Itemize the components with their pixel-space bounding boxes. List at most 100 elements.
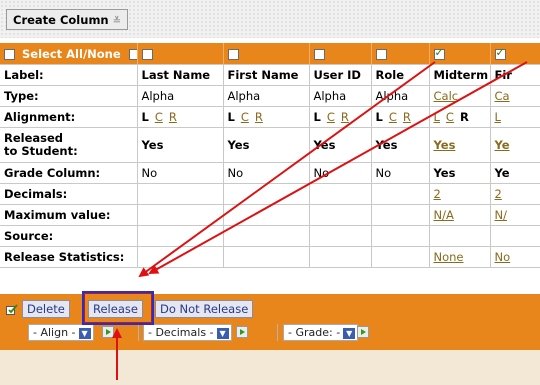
col-select-user-id[interactable]	[309, 43, 372, 65]
max-value-link[interactable]: N/	[495, 208, 507, 222]
select-all-checkbox-left[interactable]	[4, 48, 15, 60]
action-bar: Delete Release Do Not Release - Align - ▼…	[0, 294, 540, 350]
align-left: L	[313, 110, 321, 124]
align-left: L	[375, 110, 383, 124]
column-checkbox[interactable]	[141, 48, 153, 60]
release-stats-link[interactable]: No	[495, 250, 511, 264]
type-value: Alpha	[137, 85, 224, 107]
align-right[interactable]: R	[403, 110, 411, 124]
column-checkbox[interactable]	[227, 48, 239, 60]
column-checkbox-checked[interactable]	[494, 46, 506, 60]
grade-col-value: No	[309, 162, 372, 184]
select-all-label[interactable]: Select All/None	[22, 47, 121, 61]
release-highlight-inner	[84, 293, 152, 323]
chevron-down-icon: ▼	[78, 327, 91, 339]
align-left[interactable]: L	[434, 110, 440, 124]
grade-col-value: No	[223, 162, 310, 184]
type-link[interactable]: Calc	[434, 89, 459, 103]
column-label: First Name	[223, 64, 310, 86]
column-checkbox[interactable]	[313, 48, 325, 60]
col-select-midterm[interactable]	[429, 43, 491, 65]
maximum-value-row: Maximum value: N/A N/	[0, 204, 540, 226]
decimals-link[interactable]: 2	[434, 187, 441, 201]
align-right[interactable]: R	[169, 110, 177, 124]
select-all-cell[interactable]: Select All/None	[0, 43, 138, 65]
grade-go-icon[interactable]	[357, 326, 369, 338]
alignment-options: L	[490, 106, 540, 128]
align-left[interactable]: L	[495, 110, 501, 124]
released-value: Yes	[309, 127, 372, 163]
col-select-role[interactable]	[371, 43, 430, 65]
col-select-last-name[interactable]	[137, 43, 224, 65]
delete-button[interactable]: Delete	[22, 300, 70, 318]
row-label: Label:	[0, 64, 138, 86]
align-go-icon[interactable]	[102, 326, 114, 338]
column-label: Role	[371, 64, 430, 86]
row-label: Maximum value:	[0, 204, 138, 226]
align-center[interactable]: C	[389, 110, 397, 124]
type-row: Type: Alpha Alpha Alpha Alpha Calc Ca	[0, 85, 540, 107]
column-label-midterm[interactable]: Midterm≚	[429, 64, 491, 86]
grade-col-value: No	[371, 162, 430, 184]
col-select-first-name[interactable]	[223, 43, 310, 65]
toolbar: Create Column ≚	[0, 0, 540, 38]
alignment-options: LCR	[223, 106, 310, 128]
alignment-options: LCR	[429, 106, 491, 128]
type-value: Alpha	[309, 85, 372, 107]
divider	[277, 324, 278, 341]
grade-select-value: - Grade: -	[288, 326, 341, 339]
chevron-down-icon: ▼	[343, 327, 356, 339]
divider	[138, 324, 139, 341]
column-label: Last Name	[137, 64, 224, 86]
create-column-label: Create Column	[13, 13, 109, 27]
type-link[interactable]: Ca	[495, 89, 510, 103]
midterm-label[interactable]: Midterm	[434, 68, 489, 82]
label-row: Label: Last Name First Name User ID Role…	[0, 64, 540, 86]
footer-area	[0, 350, 540, 385]
align-center[interactable]: C	[446, 110, 454, 124]
alignment-options: LCR	[309, 106, 372, 128]
row-label: Source:	[0, 225, 138, 247]
do-not-release-button[interactable]: Do Not Release	[155, 300, 254, 318]
grade-col-value: Yes	[429, 162, 491, 184]
decimals-link[interactable]: 2	[495, 187, 502, 201]
release-stats-link[interactable]: None	[434, 250, 464, 264]
column-checkbox-checked[interactable]	[433, 46, 445, 60]
row-label: Alignment:	[0, 106, 138, 128]
column-checkbox[interactable]	[375, 48, 387, 60]
decimals-select-value: - Decimals -	[148, 326, 214, 339]
align-right[interactable]: R	[341, 110, 349, 124]
decimals-row: Decimals: 2 2	[0, 183, 540, 205]
sort-icon: ≚	[112, 16, 122, 27]
align-center[interactable]: C	[241, 110, 249, 124]
create-column-button[interactable]: Create Column ≚	[6, 9, 129, 30]
grade-col-value: Ye	[490, 162, 540, 184]
alignment-options: LCR	[137, 106, 224, 128]
row-label: Decimals:	[0, 183, 138, 205]
released-link[interactable]: Yes	[434, 138, 456, 152]
chevron-down-icon: ▼	[216, 327, 229, 339]
released-link[interactable]: Ye	[495, 138, 510, 152]
align-right[interactable]: R	[255, 110, 263, 124]
source-row: Source:	[0, 225, 540, 247]
grade-select[interactable]: - Grade: - ▼	[283, 324, 359, 341]
max-value-link[interactable]: N/A	[434, 208, 454, 222]
row-label: Grade Column:	[0, 162, 138, 184]
align-left: L	[227, 110, 235, 124]
alignment-options: LCR	[371, 106, 430, 128]
align-center[interactable]: C	[155, 110, 163, 124]
align-right: R	[459, 110, 469, 124]
apply-arrow-icon	[6, 304, 18, 315]
align-center[interactable]: C	[327, 110, 335, 124]
col-select-first-partial[interactable]	[490, 43, 540, 65]
row-label: Type:	[0, 85, 138, 107]
column-label: Fir	[490, 64, 540, 86]
decimals-go-icon[interactable]	[236, 326, 248, 338]
align-left: L	[141, 110, 149, 124]
grade-column-row: Grade Column: No No No No Yes Ye	[0, 162, 540, 184]
alignment-row: Alignment: LCR LCR LCR LCR LCR L	[0, 106, 540, 128]
column-settings-grid: Select All/None Label: Last Name First N…	[0, 43, 540, 268]
decimals-select[interactable]: - Decimals - ▼	[143, 324, 232, 341]
select-all-checkbox-right[interactable]	[128, 48, 136, 60]
align-select[interactable]: - Align - ▼	[28, 324, 94, 341]
